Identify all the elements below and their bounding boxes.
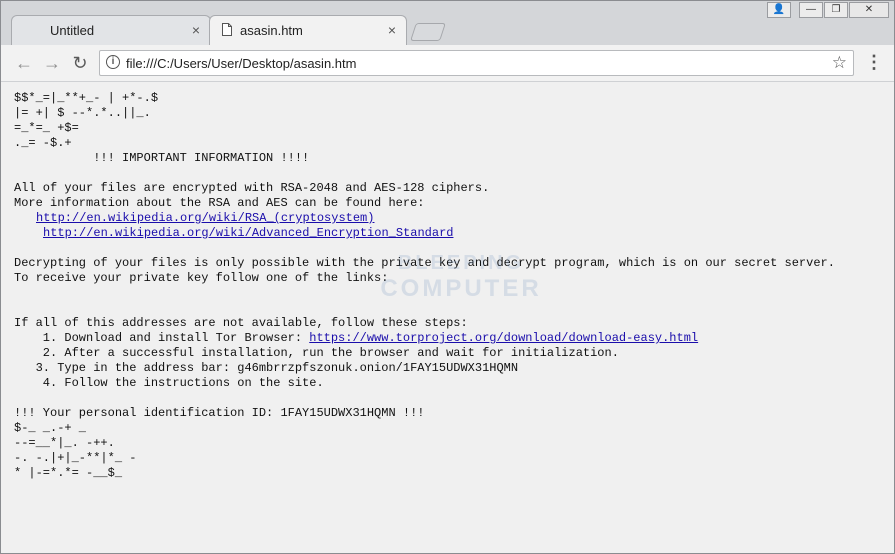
paragraph-line: To receive your private key follow one o… [14,271,389,285]
watermark-logo: BLEEPING COMPUTER [380,252,542,302]
paragraph-line: All of your files are encrypted with RSA… [14,181,490,195]
aes-wiki-link[interactable]: http://en.wikipedia.org/wiki/Advanced_En… [43,226,453,240]
ascii-art-line: $$*_=|_**+_- | +*-.$ [14,91,159,105]
step-1-text: 1. Download and install Tor Browser: [14,331,310,345]
important-heading: !!! IMPORTANT INFORMATION !!!! [14,151,310,165]
restore-button[interactable]: ❐ [824,2,848,18]
ascii-art-line: -. -.|+|_-**|*_ - [14,451,137,465]
tab-title: Untitled [50,23,95,38]
tab-untitled[interactable]: Untitled × [11,15,211,45]
ascii-art-line: $-_ _.-+ _ [14,421,87,435]
step-2: 2. After a successful installation, run … [14,346,619,360]
paragraph-line: More information about the RSA and AES c… [14,196,425,210]
browser-window: Untitled × asasin.htm × 👤 — ❐ ✕ ← → ↻ i … [0,0,895,554]
link-line: http://en.wikipedia.org/wiki/Advanced_En… [43,226,453,241]
tab-close-icon[interactable]: × [192,22,200,38]
new-tab-button[interactable] [410,23,446,41]
page-content: $$*_=|_**+_- | +*-.$ |= +| $ --*.*..||_.… [1,82,894,553]
forward-button[interactable]: → [41,52,63,74]
profile-icon[interactable]: 👤 [767,2,791,18]
star-icon[interactable]: ☆ [832,53,847,73]
tor-download-link[interactable]: https://www.torproject.org/download/down… [309,331,698,345]
tab-asasin[interactable]: asasin.htm × [209,15,407,45]
ascii-art-line: --=__*|_. -++. [14,436,115,450]
menu-icon[interactable]: ⋮ [865,52,883,74]
personal-id: !!! Your personal identification ID: 1FA… [14,406,425,420]
ascii-art-line: ._= -$.+ [14,136,72,150]
tab-strip: Untitled × asasin.htm × 👤 — ❐ ✕ [1,1,894,45]
close-window-button[interactable]: ✕ [849,2,889,18]
step-4: 4. Follow the instructions on the site. [14,376,324,390]
tab-close-icon[interactable]: × [388,22,396,38]
back-button[interactable]: ← [13,52,35,74]
url-text[interactable]: file:///C:/Users/User/Desktop/asasin.htm [126,56,356,71]
rsa-wiki-link[interactable]: http://en.wikipedia.org/wiki/RSA_(crypto… [36,211,374,225]
reload-button[interactable]: ↻ [69,52,91,74]
info-icon[interactable]: i [106,55,120,69]
step-3: 3. Type in the address bar: g46mbrrzpfsz… [14,361,519,375]
document-icon [222,23,232,36]
ascii-art-line: =_*=_ +$= [14,121,79,135]
minimize-button[interactable]: — [799,2,823,18]
ascii-art-line: * |-=*.*= -__$_ [14,466,123,480]
address-bar[interactable]: i file:///C:/Users/User/Desktop/asasin.h… [99,50,854,76]
step-1: 1. Download and install Tor Browser: htt… [14,331,698,346]
tab-title: asasin.htm [240,23,303,38]
ascii-art-line: |= +| $ --*.*..||_. [14,106,151,120]
link-line: http://en.wikipedia.org/wiki/RSA_(crypto… [36,211,374,226]
toolbar: ← → ↻ i file:///C:/Users/User/Desktop/as… [1,45,894,82]
paragraph-line: If all of this addresses are not availab… [14,316,468,330]
